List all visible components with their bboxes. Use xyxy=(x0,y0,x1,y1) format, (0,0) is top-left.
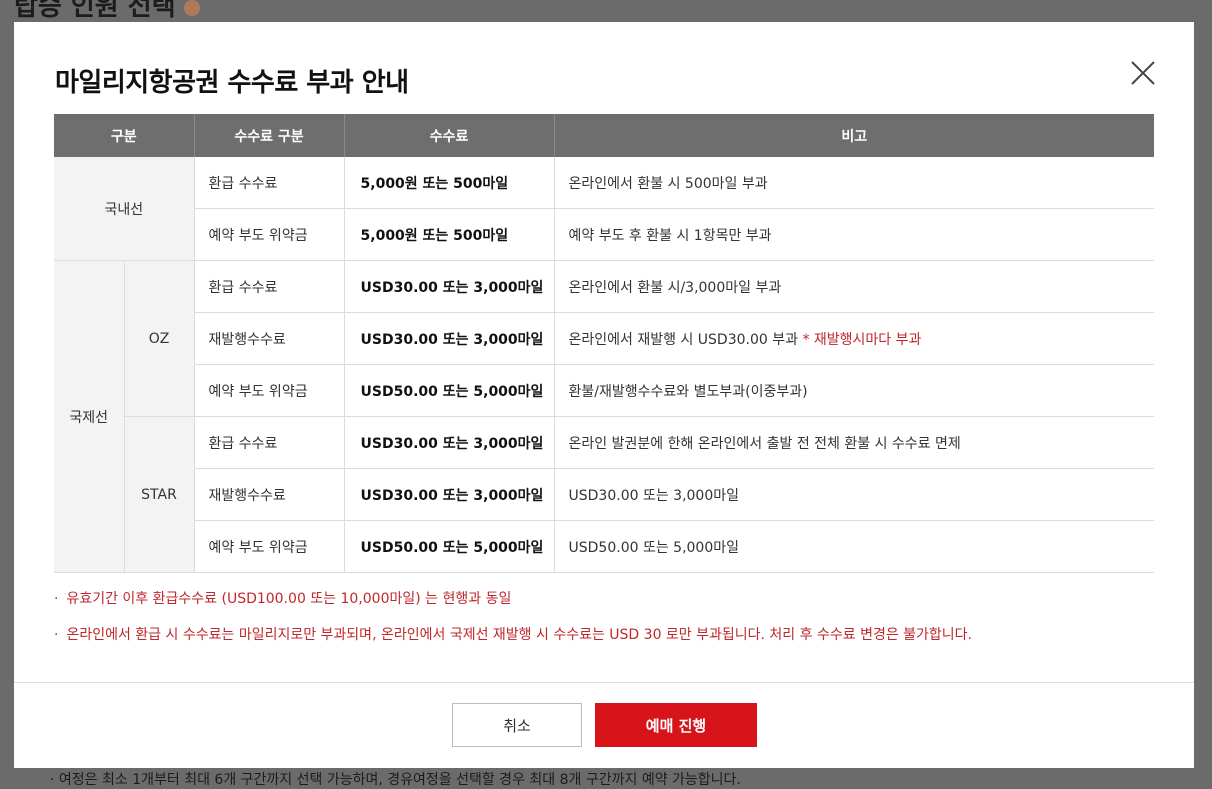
table-row: 재발행수수료 USD30.00 또는 3,000마일 온라인에서 재발행 시 U… xyxy=(54,312,1155,365)
header-fee-type: 수수료 구분 xyxy=(193,114,345,157)
table-row: 국내선 환급 수수료 5,000원 또는 500마일 온라인에서 환불 시 50… xyxy=(54,157,1155,261)
fee-type-cell: 예약 부도 위약금 xyxy=(193,208,345,261)
remark-cell: USD50.00 또는 5,000마일 xyxy=(553,520,1155,573)
fee-cell: 5,000원 또는 500마일 xyxy=(343,208,555,261)
remark-text: 온라인에서 재발행 시 USD30.00 부과 xyxy=(568,331,798,348)
remark-cell: 온라인에서 환불 시 500마일 부과 xyxy=(553,157,1155,209)
table-row: STAR 환급 수수료 USD30.00 또는 3,000마일 온라인 발권분에… xyxy=(54,416,1155,573)
group-domestic: 국내선 xyxy=(54,157,195,261)
close-icon[interactable] xyxy=(1128,58,1158,88)
fee-cell: USD50.00 또는 5,000마일 xyxy=(343,364,555,417)
cancel-button[interactable]: 취소 xyxy=(452,703,582,747)
fee-type-cell: 환급 수수료 xyxy=(193,260,345,313)
bullet-icon: · xyxy=(54,627,59,643)
fee-type-cell: 재발행수수료 xyxy=(193,468,345,521)
fee-cell: USD50.00 또는 5,000마일 xyxy=(343,520,555,573)
modal-title: 마일리지항공권 수수료 부과 안내 xyxy=(55,68,409,98)
table-row: 예약 부도 위약금 USD50.00 또는 5,000마일 환불/재발행수수료와… xyxy=(54,364,1155,417)
fee-type-cell: 재발행수수료 xyxy=(193,312,345,365)
bullet-icon: · xyxy=(54,591,59,607)
fee-cell: USD30.00 또는 3,000마일 xyxy=(343,416,555,469)
note-item: · 온라인에서 환급 시 수수료는 마일리지로만 부과되며, 온라인에서 국제선 … xyxy=(54,624,972,660)
background-itinerary-note: · 여정은 최소 1개부터 최대 6개 구간까지 선택 가능하며, 경유여정을 … xyxy=(50,772,741,788)
remark-cell: 환불/재발행수수료와 별도부과(이중부과) xyxy=(553,364,1155,417)
fee-table: 구분 수수료 구분 수수료 비고 국내선 환급 수수료 5,000원 또는 50… xyxy=(54,114,1155,573)
table-header-row: 구분 수수료 구분 수수료 비고 xyxy=(54,114,1155,157)
fee-cell: USD30.00 또는 3,000마일 xyxy=(343,312,555,365)
table-row: 국제선 OZ 환급 수수료 USD30.00 또는 3,000마일 온라인에서 … xyxy=(54,260,1155,573)
remark-cell: 온라인에서 재발행 시 USD30.00 부과 * 재발행시마다 부과 xyxy=(553,312,1155,365)
remark-cell: 온라인에서 환불 시/3,000마일 부과 xyxy=(553,260,1155,313)
header-category: 구분 xyxy=(54,114,195,157)
fee-notice-modal: 마일리지항공권 수수료 부과 안내 구분 수수료 구분 수수료 비고 국내선 환… xyxy=(14,22,1194,768)
fee-cell: USD30.00 또는 3,000마일 xyxy=(343,260,555,313)
note-item: · 유효기간 이후 환급수수료 (USD100.00 또는 10,000마일) 는… xyxy=(54,588,972,624)
question-circle-icon[interactable] xyxy=(183,0,200,16)
background-page-title: 탑승 인원 선택 xyxy=(14,0,200,23)
header-remarks: 비고 xyxy=(553,114,1155,157)
proceed-booking-button[interactable]: 예매 진행 xyxy=(595,703,757,747)
fee-type-cell: 예약 부도 위약금 xyxy=(193,364,345,417)
footer-divider xyxy=(14,682,1194,683)
remark-cell: 온라인 발권분에 한해 온라인에서 출발 전 전체 환불 시 수수료 면제 xyxy=(553,416,1155,469)
note-text: 온라인에서 환급 시 수수료는 마일리지로만 부과되며, 온라인에서 국제선 재… xyxy=(66,627,973,643)
fee-type-cell: 환급 수수료 xyxy=(193,416,345,469)
header-fee: 수수료 xyxy=(343,114,555,157)
note-text: 유효기간 이후 환급수수료 (USD100.00 또는 10,000마일) 는 … xyxy=(66,591,512,607)
remark-cell: 예약 부도 후 환불 시 1항목만 부과 xyxy=(553,208,1155,261)
remark-cell: USD30.00 또는 3,000마일 xyxy=(553,468,1155,521)
subgroup-oz: OZ xyxy=(123,260,195,417)
group-international: 국제선 xyxy=(54,260,124,573)
notes-list: · 유효기간 이후 환급수수료 (USD100.00 또는 10,000마일) 는… xyxy=(54,588,972,660)
table-row: 예약 부도 위약금 USD50.00 또는 5,000마일 USD50.00 또… xyxy=(54,520,1155,573)
table-row: 재발행수수료 USD30.00 또는 3,000마일 USD30.00 또는 3… xyxy=(54,468,1155,521)
remark-red-note: * 재발행시마다 부과 xyxy=(802,331,922,348)
fee-cell: USD30.00 또는 3,000마일 xyxy=(343,468,555,521)
fee-cell: 5,000원 또는 500마일 xyxy=(343,157,555,209)
table-row: 예약 부도 위약금 5,000원 또는 500마일 예약 부도 후 환불 시 1… xyxy=(54,208,1155,261)
fee-type-cell: 예약 부도 위약금 xyxy=(193,520,345,573)
subgroup-star: STAR xyxy=(123,416,195,573)
fee-type-cell: 환급 수수료 xyxy=(193,157,345,209)
